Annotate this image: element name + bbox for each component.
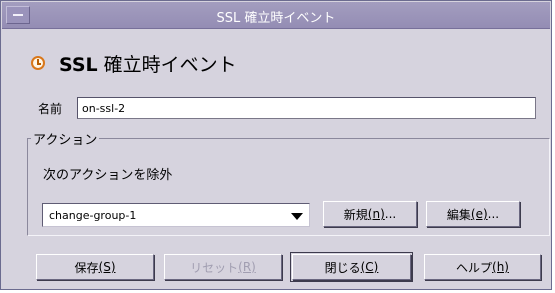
reset-button-label: リセット <box>190 260 239 275</box>
page-header: SSL 確立時イベント <box>31 50 237 77</box>
save-button-mnemonic: (S) <box>98 260 116 274</box>
name-input[interactable] <box>77 97 536 119</box>
reset-button-mnemonic: (R) <box>238 260 256 274</box>
actions-legend: アクション <box>31 129 100 148</box>
action-select-value: change-group-1 <box>49 209 137 222</box>
new-button[interactable]: 新規 (n)... <box>323 201 417 227</box>
chevron-down-icon[interactable] <box>291 213 303 220</box>
save-button-label: 保存 <box>74 260 99 275</box>
reset-button[interactable]: リセット (R) <box>164 254 282 280</box>
window-title: SSL 確立時イベント <box>216 11 336 26</box>
page-title: SSL 確立時イベント <box>59 50 237 77</box>
page-title-rest: 確立時イベント <box>97 53 237 76</box>
new-button-mnemonic: (n) <box>367 207 385 221</box>
edit-button-label: 編集 <box>446 207 471 222</box>
dialog-window: SSL 確立時イベント SSL 確立時イベント 名前 アクション 次のアクション… <box>0 0 552 290</box>
close-button[interactable]: 閉じる (C) <box>290 252 413 282</box>
help-button-label: ヘルプ <box>456 260 493 275</box>
action-select[interactable]: change-group-1 <box>42 203 310 227</box>
close-button-label: 閉じる <box>324 260 361 275</box>
edit-button-suffix: ... <box>487 207 500 221</box>
close-button-mnemonic: (C) <box>360 260 379 274</box>
page-title-bold: SSL <box>59 53 98 76</box>
help-button[interactable]: ヘルプ (h) <box>424 254 541 280</box>
help-button-mnemonic: (h) <box>492 260 509 274</box>
title-bar[interactable]: SSL 確立時イベント <box>2 2 550 29</box>
actions-description: 次のアクションを除外 <box>43 168 173 183</box>
new-button-label: 新規 <box>343 207 368 222</box>
edit-button-mnemonic: (e) <box>470 207 488 221</box>
new-button-suffix: ... <box>384 207 397 221</box>
name-label: 名前 <box>38 102 63 116</box>
save-button[interactable]: 保存 (S) <box>36 254 154 280</box>
clock-icon <box>31 56 45 70</box>
edit-button[interactable]: 編集 (e)... <box>426 201 520 227</box>
